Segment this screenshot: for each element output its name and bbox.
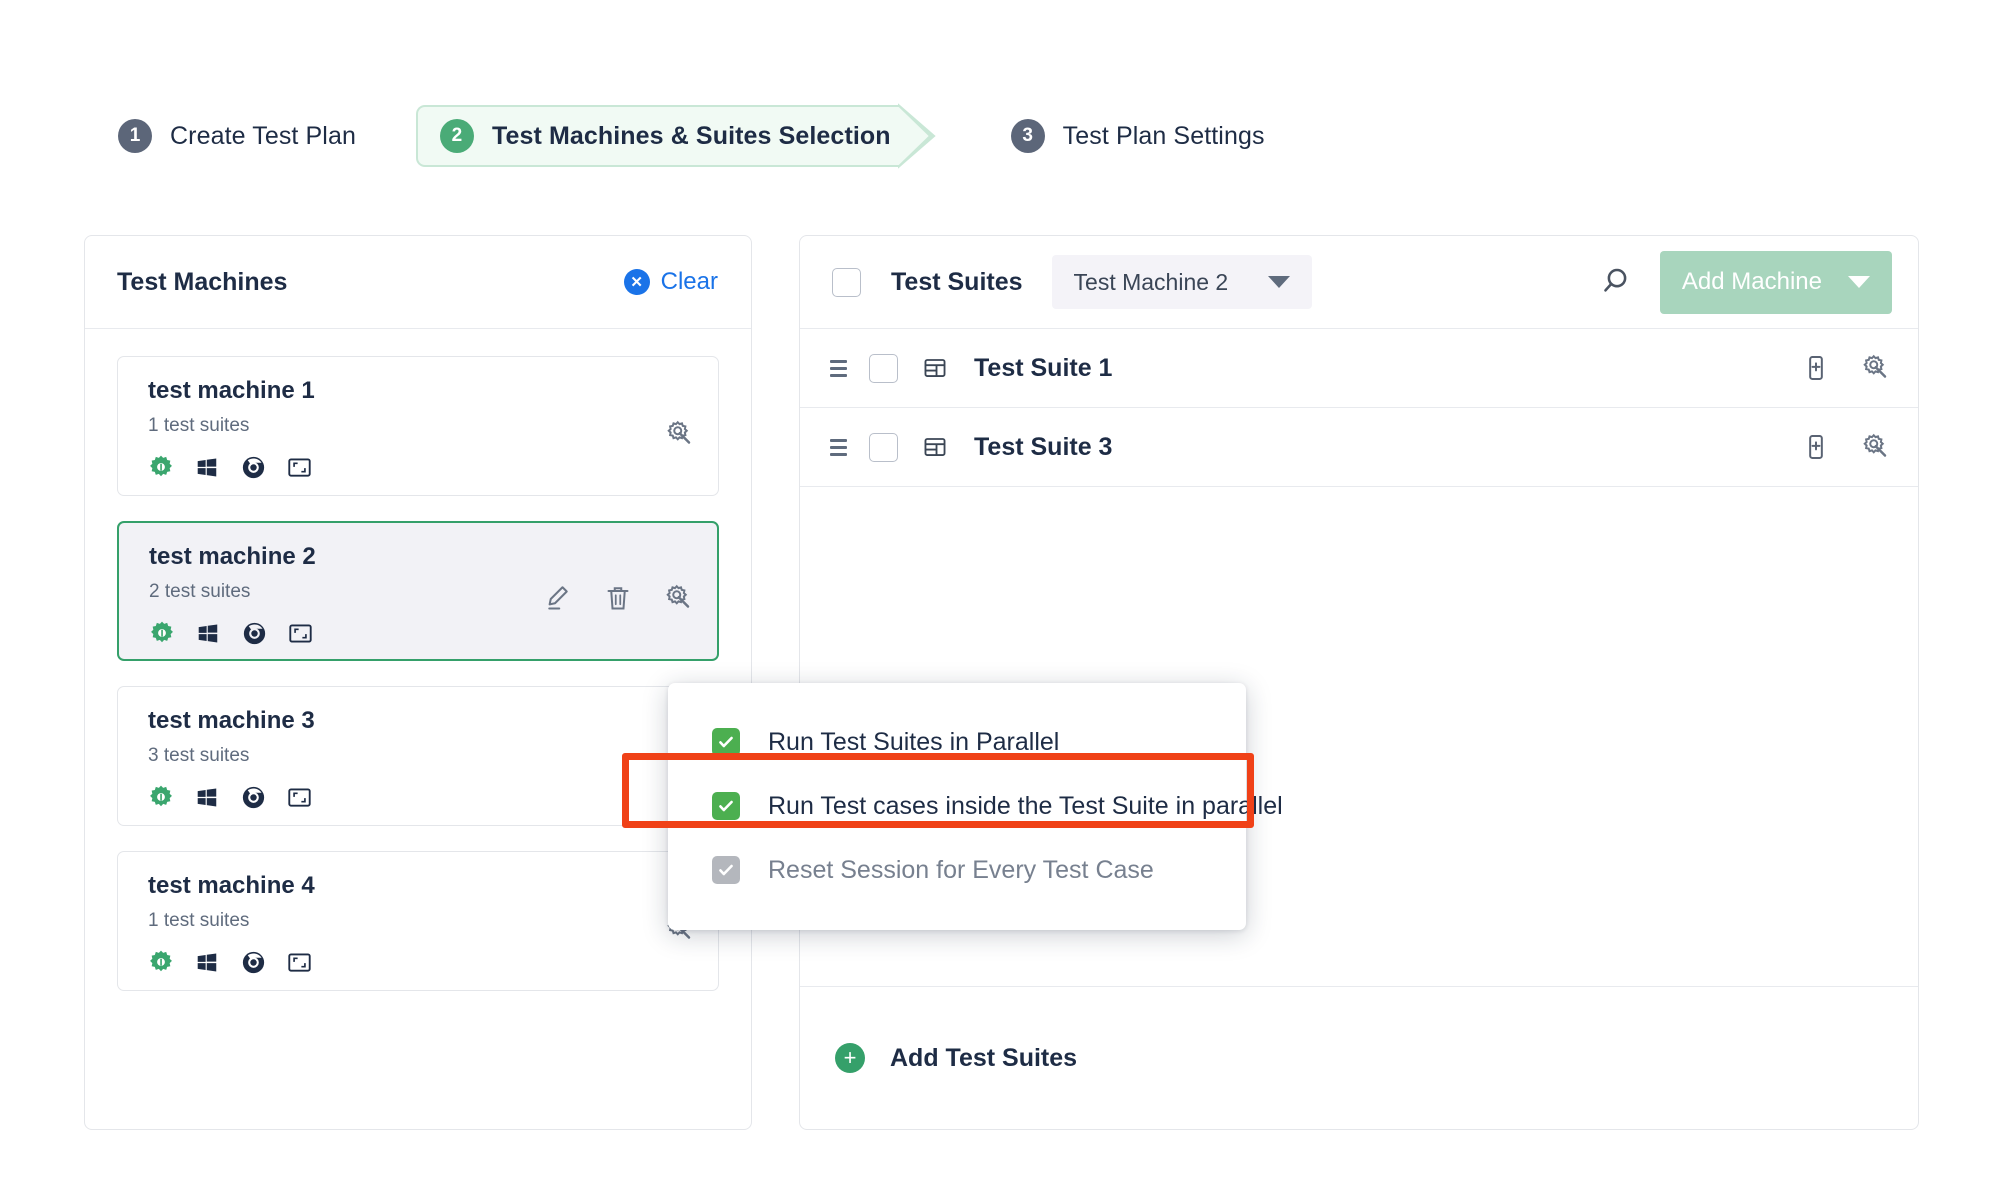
trash-icon[interactable] [603, 583, 633, 613]
test-machines-header: Test Machines ✕ Clear [85, 236, 751, 329]
test-machine-list: test machine 1 1 test suites test machin… [85, 329, 751, 1129]
machine-platform-icons [148, 784, 692, 810]
green-gear-icon [150, 455, 172, 477]
chevron-down-icon [1848, 276, 1870, 288]
clear-label: Clear [660, 268, 718, 295]
windows-icon [197, 787, 217, 806]
menu-item-label: Run Test cases inside the Test Suite in … [768, 791, 1283, 820]
windows-icon [198, 623, 218, 642]
add-to-device-icon[interactable] [1802, 433, 1830, 461]
machine-name: test machine 1 [148, 377, 315, 404]
suite-name: Test Suite 1 [974, 353, 1113, 382]
test-suite-icon [924, 359, 946, 377]
suite-row-actions [1802, 432, 1890, 462]
suite-row-actions [1802, 353, 1890, 383]
table-row[interactable]: Test Suite 3 [800, 408, 1918, 487]
panel-title: Test Suites [891, 267, 1023, 296]
green-gear-icon [150, 950, 172, 972]
suite-checkbox[interactable] [869, 353, 898, 383]
test-suites-header: Test Suites Test Machine 2 Add Machine [800, 236, 1918, 329]
screen-resolution-icon [288, 787, 311, 807]
machine-card-1[interactable]: test machine 1 1 test suites [117, 356, 719, 496]
suite-checkbox[interactable] [869, 432, 898, 462]
add-machine-label: Add Machine [1681, 268, 1822, 295]
add-test-suites-footer: + Add Test Suites [800, 986, 1918, 1129]
step-label: Test Plan Settings [1062, 121, 1265, 150]
gear-slash-icon[interactable] [663, 583, 693, 613]
gear-slash-icon[interactable] [1860, 353, 1890, 383]
chrome-icon [242, 951, 265, 973]
gear-slash-icon[interactable] [664, 419, 694, 449]
machine-name: test machine 2 [149, 543, 316, 570]
select-all-suites-checkbox[interactable] [832, 267, 861, 297]
menu-item-run-test-suites-in-parallel[interactable]: Run Test Suites in Parallel [668, 710, 1246, 774]
menu-item-reset-session-for-every-test-case: Reset Session for Every Test Case [668, 838, 1246, 902]
menu-item-label: Reset Session for Every Test Case [768, 855, 1154, 884]
step-arrow-decoration [899, 105, 935, 167]
machine-platform-icons [149, 620, 691, 646]
machine-platform-icons [148, 949, 692, 975]
machine-suite-count: 1 test suites [148, 415, 250, 436]
step-label: Create Test Plan [170, 121, 356, 150]
step-number-badge: 2 [439, 119, 474, 153]
machine-platform-icons [148, 454, 692, 480]
machine-card-3[interactable]: test machine 3 3 test suites [117, 686, 719, 826]
screen-resolution-icon [288, 457, 311, 477]
step-create-test-plan[interactable]: 1 Create Test Plan [96, 105, 382, 167]
machine-card-actions [664, 419, 694, 449]
checkbox-checked-icon[interactable] [712, 792, 740, 820]
drag-handle-icon[interactable] [830, 438, 847, 456]
step-test-machines-and-suites-selection[interactable]: 2 Test Machines & Suites Selection [415, 105, 899, 167]
windows-icon [197, 952, 217, 971]
step-number-badge: 3 [1010, 119, 1045, 153]
suite-name: Test Suite 3 [974, 432, 1113, 461]
machine-suite-count: 3 test suites [148, 745, 250, 766]
menu-item-run-test-cases-inside-suite-in-parallel[interactable]: Run Test cases inside the Test Suite in … [668, 774, 1283, 838]
machine-card-actions [543, 583, 693, 613]
add-test-suites-button[interactable]: Add Test Suites [890, 1044, 1077, 1073]
machine-card-2[interactable]: test machine 2 2 test suites [117, 521, 719, 661]
machine-name: test machine 3 [148, 707, 315, 734]
test-machines-panel: Test Machines ✕ Clear test machine 1 1 t… [84, 235, 752, 1130]
add-machine-button[interactable]: Add Machine [1659, 250, 1892, 314]
machine-card-4[interactable]: test machine 4 1 test suites [117, 851, 719, 991]
screen-resolution-icon [289, 623, 312, 643]
menu-item-label: Run Test Suites in Parallel [768, 727, 1060, 756]
green-gear-icon [150, 785, 172, 807]
pencil-icon[interactable] [543, 583, 573, 613]
plus-circle-icon[interactable]: + [835, 1043, 865, 1073]
step-number-badge: 1 [118, 119, 152, 153]
machine-filter-dropdown[interactable]: Test Machine 2 [1051, 255, 1313, 309]
drag-handle-icon[interactable] [830, 359, 847, 377]
green-gear-icon [151, 621, 173, 643]
chrome-icon [242, 456, 265, 478]
checkbox-checked-disabled-icon [712, 856, 740, 884]
wizard-stepper: 1 Create Test Plan 2 Test Machines & Sui… [96, 105, 1291, 167]
test-suite-icon [924, 438, 946, 456]
screen-resolution-icon [288, 952, 311, 972]
table-row[interactable]: Test Suite 1 [800, 329, 1918, 408]
step-label: Test Machines & Suites Selection [491, 121, 891, 150]
machine-filter-value: Test Machine 2 [1073, 268, 1229, 295]
search-icon[interactable] [1596, 264, 1632, 300]
gear-slash-icon[interactable] [1860, 432, 1890, 462]
chevron-down-icon [1268, 276, 1291, 288]
add-to-device-icon[interactable] [1802, 354, 1830, 382]
step-test-plan-settings[interactable]: 3 Test Plan Settings [989, 105, 1291, 167]
checkbox-checked-icon[interactable] [712, 728, 740, 756]
test-suite-rows: Test Suite 1 Test Suite 3 [800, 329, 1918, 487]
chrome-icon [242, 786, 265, 808]
machine-suite-count: 1 test suites [148, 910, 250, 931]
chrome-icon [243, 622, 266, 644]
machine-name: test machine 4 [148, 872, 315, 899]
windows-icon [197, 457, 217, 476]
clear-button[interactable]: ✕ Clear [623, 268, 718, 296]
close-circle-icon: ✕ [623, 269, 650, 295]
machine-settings-context-menu: Run Test Suites in Parallel Run Test cas… [668, 683, 1283, 930]
panel-title: Test Machines [117, 267, 288, 296]
